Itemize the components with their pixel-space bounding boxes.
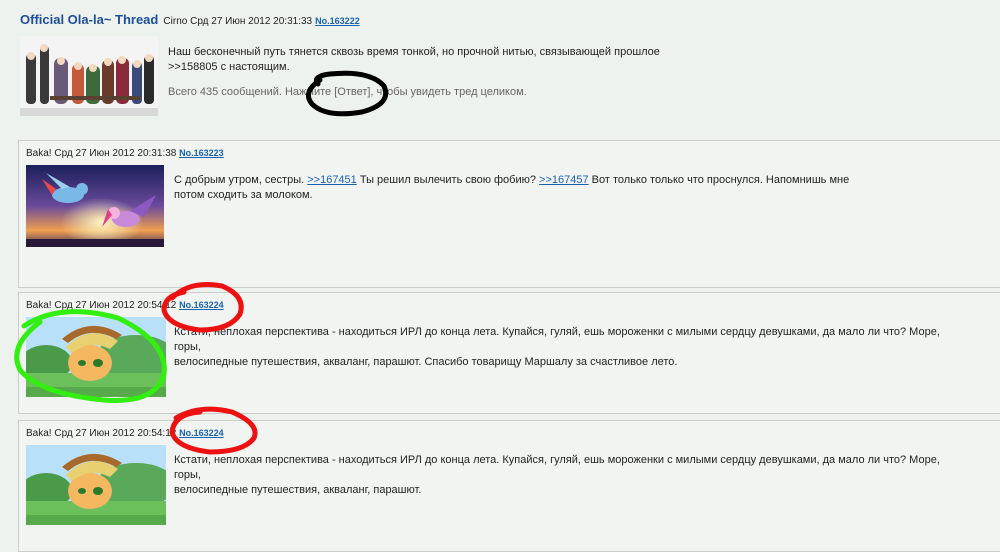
reply-header: Baka! Срд 27 Июн 2012 20:31:38 No.163223 bbox=[26, 148, 224, 159]
op-post: Official Ola-la~ Thread Cirno Срд 27 Июн… bbox=[0, 0, 1000, 135]
reply-message-line: потом сходить за молоком. bbox=[174, 189, 313, 201]
op-header: Official Ola-la~ Thread Cirno Срд 27 Июн… bbox=[20, 12, 360, 27]
omitted-posts-notice: Всего 435 сообщений. Нажмите [Ответ], чт… bbox=[168, 86, 527, 98]
reply-message-line: С добрым утром, сестры. >>167451 Ты реши… bbox=[174, 174, 850, 186]
reply-post: Baka! Срд 27 Июн 2012 20:54:12 No.163224… bbox=[18, 292, 1000, 414]
post-reference-link[interactable]: >>167451 bbox=[307, 174, 357, 186]
reply-thumbnail[interactable] bbox=[26, 317, 166, 397]
reply-post: Baka! Срд 27 Июн 2012 20:31:38 No.163223 bbox=[18, 140, 1000, 288]
op-message: Наш бесконечный путь тянется сквозь врем… bbox=[168, 45, 728, 75]
dolls-group-image bbox=[20, 36, 158, 116]
reply-meta: Baka! Срд 27 Июн 2012 20:31:38 bbox=[26, 148, 177, 159]
reply-meta: Baka! Срд 27 Июн 2012 20:54:12 bbox=[26, 428, 177, 439]
thread-subject: Official Ola-la~ Thread bbox=[20, 12, 159, 27]
reply-message: Кстати, неплохая перспектива - находитьс… bbox=[174, 325, 954, 370]
reply-message: Кстати, неплохая перспектива - находитьс… bbox=[174, 453, 954, 498]
reply-meta: Baka! Срд 27 Июн 2012 20:54:12 bbox=[26, 300, 177, 311]
op-message-line: >>158805 с настоящим. bbox=[168, 61, 290, 73]
op-thumbnail[interactable] bbox=[20, 36, 158, 116]
reply-message: С добрым утром, сестры. >>167451 Ты реши… bbox=[174, 173, 954, 203]
op-meta: Cirno Срд 27 Июн 2012 20:31:33 bbox=[163, 16, 313, 27]
reply-post: Baka! Срд 27 Июн 2012 20:54:12 No.163224… bbox=[18, 420, 1000, 552]
reply-thumbnail[interactable] bbox=[26, 165, 164, 247]
reply-message-line: Кстати, неплохая перспектива - находитьс… bbox=[174, 326, 940, 353]
post-reference-link[interactable]: >>167457 bbox=[539, 174, 589, 186]
applejack-pony-image bbox=[26, 317, 166, 397]
reply-message-line: велосипедные путешествия, акваланг, пара… bbox=[174, 484, 422, 496]
reply-header: Baka! Срд 27 Июн 2012 20:54:12 No.163224 bbox=[26, 428, 224, 439]
applejack-pony-image bbox=[26, 445, 166, 525]
ponies-sky-image bbox=[26, 165, 164, 247]
op-post-number-link[interactable]: No.163222 bbox=[315, 16, 360, 26]
reply-header: Baka! Срд 27 Июн 2012 20:54:12 No.163224 bbox=[26, 300, 224, 311]
reply-thumbnail[interactable] bbox=[26, 445, 166, 525]
reply-post-number-link[interactable]: No.163223 bbox=[179, 148, 224, 158]
reply-message-line: велосипедные путешествия, акваланг, пара… bbox=[174, 356, 678, 368]
reply-message-line: Кстати, неплохая перспектива - находитьс… bbox=[174, 454, 940, 481]
reply-post-number-link[interactable]: No.163224 bbox=[179, 300, 224, 310]
op-message-line: Наш бесконечный путь тянется сквозь врем… bbox=[168, 46, 660, 58]
reply-post-number-link[interactable]: No.163224 bbox=[179, 428, 224, 438]
